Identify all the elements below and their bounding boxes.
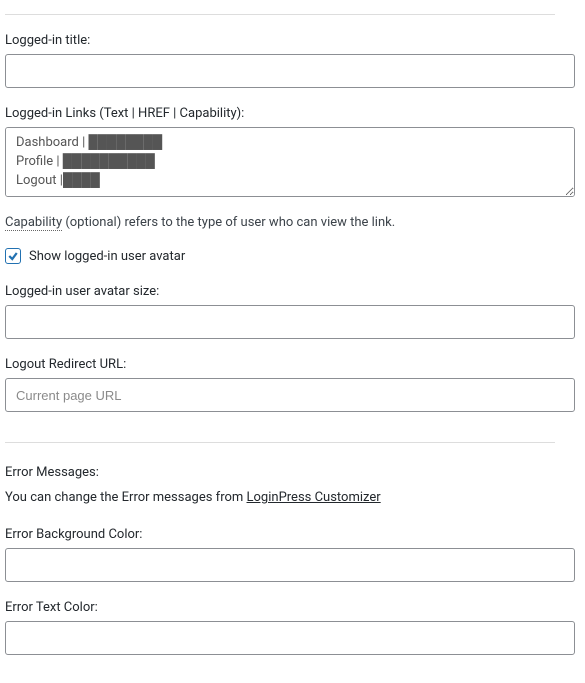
show-avatar-label: Show logged-in user avatar [29,249,185,264]
capability-note: Capability (optional) refers to the type… [5,215,580,230]
capability-link[interactable]: Capability [5,215,62,231]
error-bg-input[interactable] [5,548,575,582]
logged-in-links-textarea[interactable] [5,127,575,197]
error-desc-prefix: You can change the Error messages from [5,490,247,505]
avatar-size-input[interactable] [5,305,575,339]
show-avatar-checkbox[interactable] [5,248,21,264]
divider-mid [5,442,555,443]
logged-in-title-label: Logged-in title: [5,33,575,48]
logged-in-title-field: Logged-in title: [5,33,575,88]
capability-rest: (optional) refers to the type of user wh… [62,215,395,230]
logged-in-links-field: Logged-in Links (Text | HREF | Capabilit… [5,106,575,201]
logout-redirect-label: Logout Redirect URL: [5,357,575,372]
avatar-size-label: Logged-in user avatar size: [5,284,575,299]
divider-top [5,14,555,15]
error-bg-label: Error Background Color: [5,527,575,542]
loginpress-customizer-link[interactable]: LoginPress Customizer [247,490,381,505]
check-icon [7,250,19,262]
avatar-size-field: Logged-in user avatar size: [5,284,575,339]
show-avatar-row: Show logged-in user avatar [5,248,580,264]
error-text-field: Error Text Color: [5,600,575,655]
error-bg-field: Error Background Color: [5,527,575,582]
error-messages-heading: Error Messages: [5,465,580,480]
logged-in-title-input[interactable] [5,54,575,88]
logout-redirect-field: Logout Redirect URL: [5,357,575,412]
error-text-input[interactable] [5,621,575,655]
logged-in-links-label: Logged-in Links (Text | HREF | Capabilit… [5,106,575,121]
logout-redirect-input[interactable] [5,378,575,412]
error-text-label: Error Text Color: [5,600,575,615]
error-messages-desc: You can change the Error messages from L… [5,490,580,505]
